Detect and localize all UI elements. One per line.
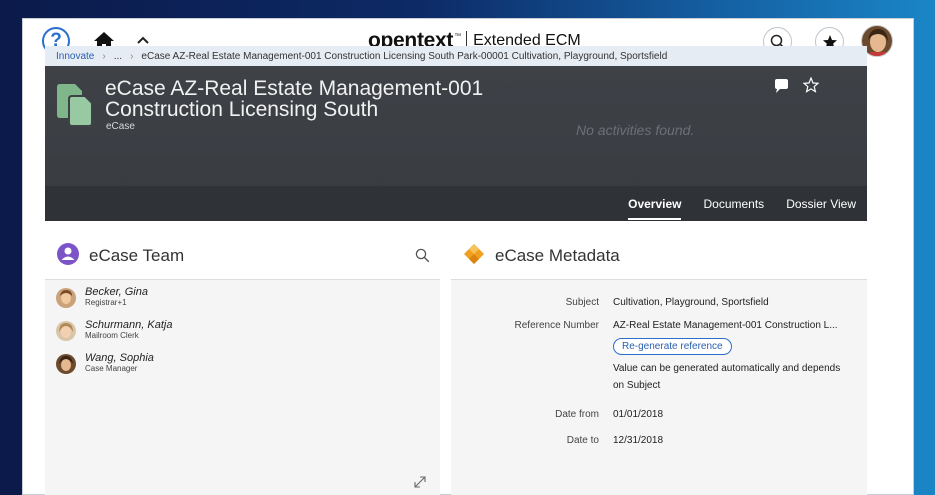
date-to-value[interactable]: 12/31/2018: [613, 435, 663, 446]
date-from-value[interactable]: 01/01/2018: [613, 409, 663, 420]
member-role: Mailroom Clerk: [85, 331, 139, 340]
tab-overview[interactable]: Overview: [617, 186, 692, 221]
breadcrumb-item-ellipsis[interactable]: ...: [114, 51, 122, 62]
breadcrumb-separator: ›: [130, 50, 134, 62]
page-title: eCase AZ-Real Estate Management-001 Cons…: [105, 77, 484, 121]
subject-value[interactable]: Cultivation, Playground, Sportsfield: [613, 297, 769, 308]
expand-icon[interactable]: [413, 475, 427, 489]
comment-icon[interactable]: [773, 78, 789, 94]
team-card-title: eCase Team: [89, 246, 185, 265]
breadcrumb-separator: ›: [102, 50, 106, 62]
list-item[interactable]: Becker, Gina Registrar+1: [56, 286, 148, 308]
avatar: [56, 354, 76, 374]
reference-number-label: Reference Number: [514, 320, 599, 331]
team-icon: [57, 242, 79, 270]
list-item[interactable]: Wang, Sophia Case Manager: [56, 352, 154, 374]
member-role: Case Manager: [85, 364, 138, 373]
breadcrumb: Innovate › ... › eCase AZ-Real Estate Ma…: [45, 46, 867, 66]
member-name: Schurmann, Katja: [85, 319, 173, 331]
avatar: [56, 321, 76, 341]
case-header-panel: eCase AZ-Real Estate Management-001 Cons…: [45, 66, 867, 221]
reference-hint-text: Value can be generated automatically and…: [613, 363, 841, 391]
date-from-label: Date from: [555, 409, 599, 420]
regenerate-reference-button[interactable]: Re-generate reference: [613, 338, 732, 355]
member-role: Registrar+1: [85, 298, 127, 307]
metadata-card-header: eCase Metadata: [451, 233, 867, 280]
metadata-form: Subject Cultivation, Playground, Sportsf…: [451, 280, 867, 495]
metadata-icon: [463, 243, 485, 270]
member-name: Wang, Sophia: [85, 352, 154, 364]
subject-label: Subject: [565, 297, 599, 308]
breadcrumb-item-innovate[interactable]: Innovate: [56, 51, 94, 62]
avatar: [56, 288, 76, 308]
case-folder-icon: [55, 83, 95, 127]
team-card-header: eCase Team: [45, 233, 440, 280]
metadata-card: eCase Metadata Subject Cultivation, Play…: [451, 233, 867, 495]
case-tabs: Overview Documents Dossier View: [45, 186, 867, 221]
date-to-label: Date to: [566, 435, 599, 446]
member-name: Becker, Gina: [85, 286, 148, 298]
case-type-label: eCase: [106, 121, 135, 132]
brand-trademark: ™: [454, 32, 462, 40]
team-member-list: Becker, Gina Registrar+1 Schurmann, Katj…: [45, 280, 440, 495]
search-icon[interactable]: [415, 248, 430, 263]
favorite-star-icon[interactable]: [802, 76, 820, 93]
breadcrumb-item-current: eCase AZ-Real Estate Management-001 Cons…: [141, 50, 668, 62]
tab-dossier-view[interactable]: Dossier View: [775, 186, 867, 221]
activity-feed-empty: No activities found.: [576, 122, 695, 138]
metadata-card-title: eCase Metadata: [495, 246, 620, 265]
tab-documents[interactable]: Documents: [692, 186, 775, 221]
team-card: eCase Team Becker, Gina Registrar+1 Schu…: [45, 233, 440, 495]
reference-number-value[interactable]: AZ-Real Estate Management-001 Constructi…: [613, 320, 838, 331]
list-item[interactable]: Schurmann, Katja Mailroom Clerk: [56, 319, 172, 341]
